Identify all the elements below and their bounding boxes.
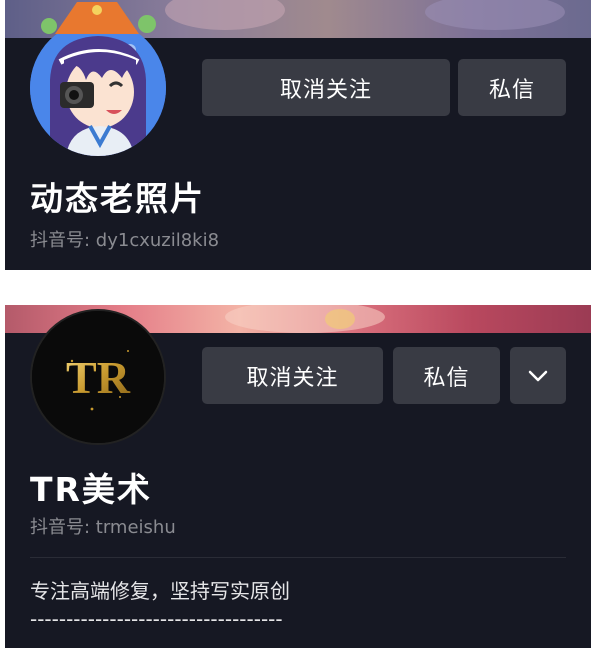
banner-glow — [165, 0, 285, 30]
message-label: 私信 — [423, 365, 470, 391]
bio-line: 专注高端修复，坚持写实原创 — [30, 579, 290, 603]
unfollow-label: 取消关注 — [279, 77, 372, 103]
profile-name: 动态老照片 — [30, 179, 205, 218]
more-options-button[interactable] — [510, 347, 566, 404]
unfollow-button[interactable]: 取消关注 — [202, 347, 383, 404]
profile-card-2: TR 取消关注 私信 TR美术 抖音号: trmeishu 专注高端修复，坚持写… — [5, 305, 591, 648]
divider — [30, 557, 566, 558]
profile-card-1: 取消关注 私信 动态老照片 抖音号: dy1cxuzil8ki8 — [5, 0, 591, 270]
decoration-hat-icon — [41, 2, 156, 34]
anime-girl-avatar-icon — [30, 20, 166, 156]
message-button[interactable]: 私信 — [458, 59, 566, 116]
douyin-id: 抖音号: trmeishu — [30, 517, 176, 538]
chevron-down-icon — [528, 370, 548, 381]
svg-text:TR: TR — [66, 352, 131, 403]
message-button[interactable]: 私信 — [393, 347, 500, 404]
unfollow-label: 取消关注 — [246, 365, 339, 391]
profile-name: TR美术 — [30, 470, 152, 509]
unfollow-button[interactable]: 取消关注 — [202, 59, 450, 116]
bio-line: ----------------------------------- — [30, 607, 283, 631]
douyin-id: 抖音号: dy1cxuzil8ki8 — [30, 230, 220, 251]
banner-glow — [225, 305, 385, 333]
message-label: 私信 — [488, 77, 535, 103]
avatar[interactable]: TR — [30, 309, 166, 445]
banner-glow — [325, 309, 355, 329]
avatar[interactable] — [30, 20, 166, 156]
banner-glow — [425, 0, 565, 30]
tr-logo-avatar-icon: TR — [32, 311, 164, 443]
